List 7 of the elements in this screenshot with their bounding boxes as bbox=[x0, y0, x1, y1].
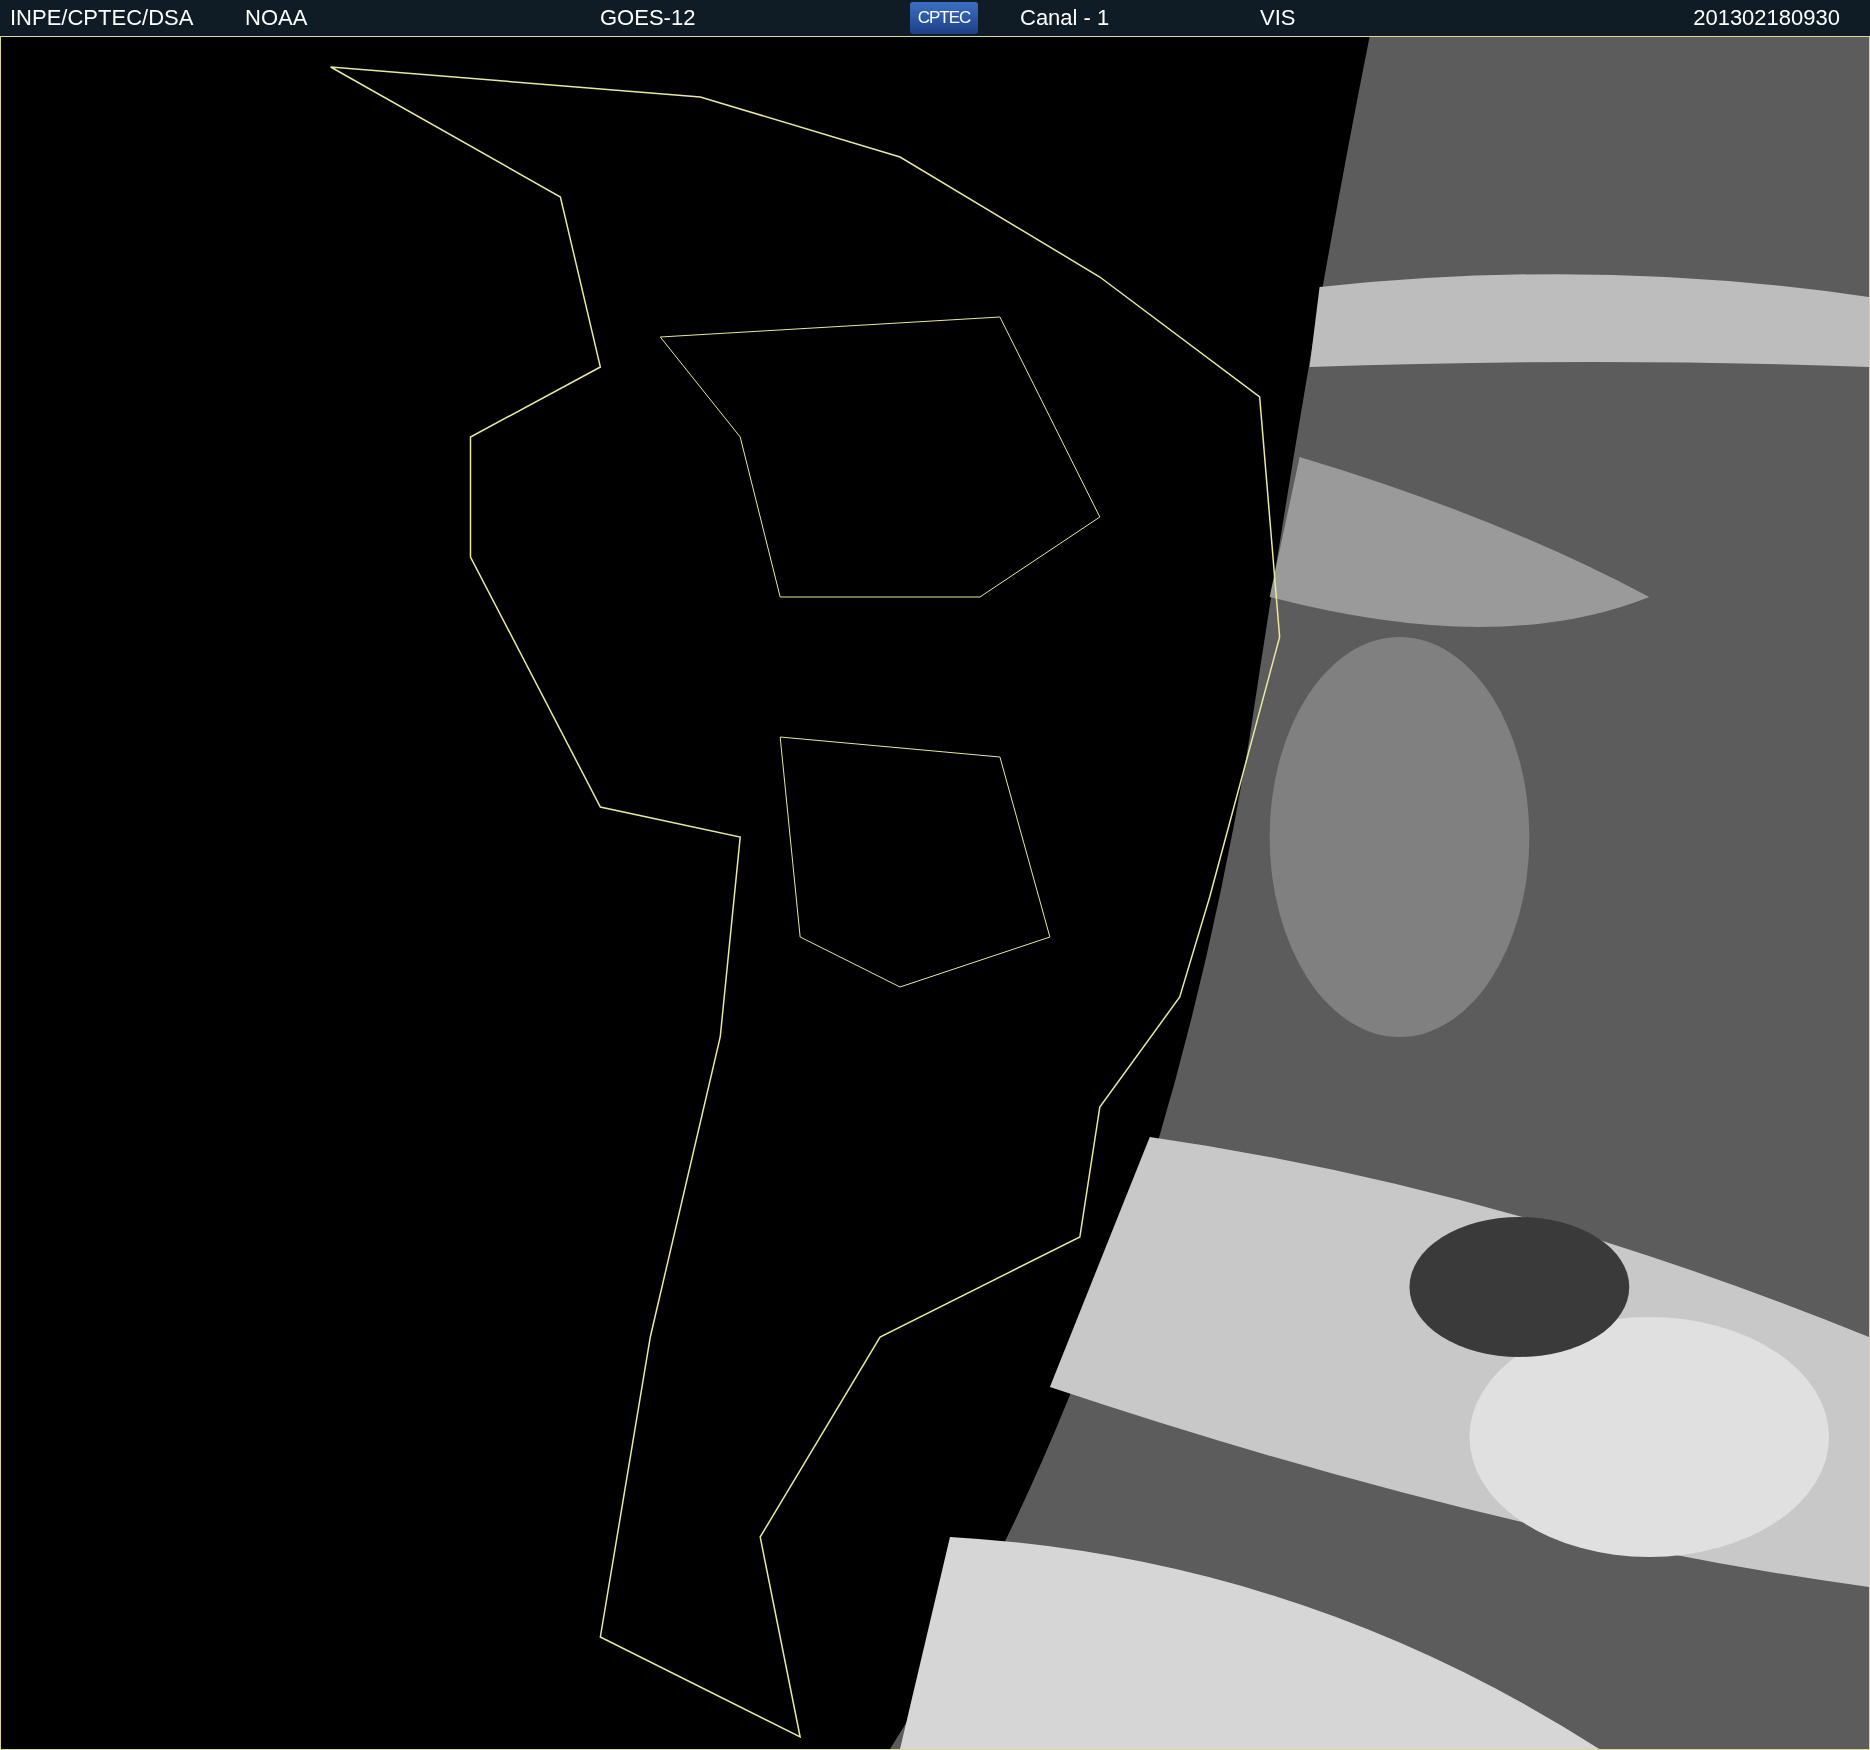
header-label: Canal - 1 bbox=[1019, 5, 1111, 31]
header-label: GOES-12 bbox=[599, 5, 697, 31]
timestamp: 201302180930 bbox=[1693, 5, 1841, 31]
header-label: INPE/CPTEC/DSA bbox=[9, 5, 195, 31]
header-label: VIS bbox=[1259, 5, 1297, 31]
header-label: NOAA bbox=[244, 5, 309, 31]
logo: CPTEC bbox=[910, 2, 978, 34]
